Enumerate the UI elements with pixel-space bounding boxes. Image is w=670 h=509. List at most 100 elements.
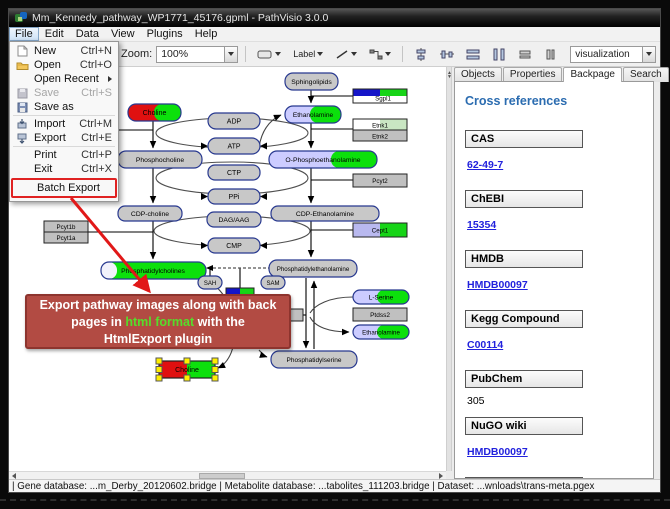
gene-box-pcyt2[interactable]: Pcyt2 [353, 174, 407, 187]
node-sphingolipids[interactable]: Sphingolipids [285, 73, 338, 90]
tab-search[interactable]: Search [623, 67, 669, 82]
menu-help[interactable]: Help [189, 27, 224, 41]
distribute-vertical-button[interactable] [488, 45, 510, 64]
align-center-y-button[interactable] [436, 45, 458, 64]
node-cdp-ethanolamine[interactable]: CDP-Ethanolamine [271, 206, 379, 221]
node-cmp[interactable]: CMP [208, 238, 260, 253]
file-menu-item-print[interactable]: PrintCtrl+P [10, 148, 118, 162]
gene-box-pcyt1a[interactable]: Pcyt1a [44, 232, 88, 243]
app-icon [15, 12, 27, 24]
zoom-combobox[interactable]: 100% [156, 46, 238, 63]
xref-header: PubChem [465, 370, 583, 388]
xref-section-pubchem: PubChem 305 [465, 370, 643, 407]
submenu-arrow-icon [108, 76, 112, 82]
visualization-select[interactable]: visualization [570, 46, 656, 63]
xref-section-cas: CAS 62-49-7 [465, 130, 643, 180]
label-tool-button[interactable]: Label [289, 45, 327, 64]
svg-text:CMP: CMP [226, 243, 242, 250]
xref-link[interactable]: HMDB00097 [467, 279, 528, 291]
label-tool-text: Label [293, 49, 315, 59]
node-sam[interactable]: SAM [261, 276, 285, 289]
visualization-dropdown-button[interactable] [642, 47, 655, 62]
node-sah[interactable]: SAH [198, 276, 222, 289]
xref-link[interactable]: 15354 [467, 219, 496, 231]
canvas-horizontal-scrollbar[interactable] [9, 471, 446, 479]
zoom-label: Zoom: [121, 48, 152, 60]
line-tool-button[interactable] [331, 45, 361, 64]
file-menu-item-exit[interactable]: ExitCtrl+X [10, 162, 118, 176]
file-menu-item-new[interactable]: NewCtrl+N [10, 44, 118, 58]
line-tool-icon [335, 49, 349, 60]
align-center-x-icon [414, 48, 428, 61]
xref-section-nugo: NuGO wiki HMDB00097 [465, 417, 643, 467]
svg-text:O-Phosphoethanolamine: O-Phosphoethanolamine [285, 157, 360, 164]
datanode-dropdown-icon [275, 52, 281, 56]
file-menu-item-batch-export[interactable]: Batch Export [13, 181, 115, 195]
file-menu-item-save-as[interactable]: Save as [10, 100, 118, 114]
datanode-tool-button[interactable] [253, 45, 285, 64]
file-menu-item-export[interactable]: ExportCtrl+E [10, 131, 118, 145]
gene-box-cept1[interactable]: Cept1 [353, 223, 407, 237]
zoom-dropdown-button[interactable] [224, 47, 237, 62]
file-menu-item-open[interactable]: OpenCtrl+O [10, 58, 118, 72]
xref-link[interactable]: HMDB00097 [467, 446, 528, 458]
xref-section-kegg: Kegg Compound C00114 [465, 310, 643, 360]
svg-text:Choline: Choline [175, 367, 199, 374]
batch-export-highlight-box: Batch Export [11, 178, 117, 198]
screenshot-root: Mm_Kennedy_pathway_WP1771_45176.gpml - P… [0, 0, 670, 509]
svg-text:CTP: CTP [227, 170, 241, 177]
xref-section-chebi: ChEBI 15354 [465, 190, 643, 240]
menu-plugins[interactable]: Plugins [141, 27, 189, 41]
file-menu: NewCtrl+N OpenCtrl+O Open Recent SaveCtr… [9, 41, 119, 202]
title-bar[interactable]: Mm_Kennedy_pathway_WP1771_45176.gpml - P… [9, 9, 660, 27]
node-ctp[interactable]: CTP [208, 165, 260, 180]
tab-properties[interactable]: Properties [503, 67, 563, 82]
file-menu-item-open-recent[interactable]: Open Recent [10, 72, 118, 86]
node-cdp-choline[interactable]: CDP-choline [118, 206, 182, 221]
svg-text:CDP-choline: CDP-choline [131, 211, 169, 218]
sidebar-tabs: Objects Properties Backpage Search Legen… [452, 67, 656, 82]
gene-box-etnk1[interactable]: Etnk1 [353, 119, 407, 130]
svg-text:Sgpl1: Sgpl1 [375, 96, 391, 103]
node-atp[interactable]: ATP [208, 138, 260, 154]
node-phosphocholine[interactable]: Phosphocholine [118, 151, 202, 168]
sidebar-panel: Objects Properties Backpage Search Legen… [452, 67, 656, 479]
node-ethanolamine-lower[interactable]: Ethanolamine [353, 325, 409, 339]
xref-link[interactable]: 62-49-7 [467, 159, 503, 171]
node-choline-selected[interactable]: Choline [156, 358, 218, 381]
node-o-phosphoethanolamine[interactable]: O-Phosphoethanolamine [269, 151, 377, 168]
xref-link[interactable]: C00114 [467, 339, 503, 351]
connector-tool-button[interactable] [365, 45, 395, 64]
node-phosphatidylserine[interactable]: Phosphatidylserine [271, 351, 357, 368]
node-ethanolamine-top[interactable]: Ethanolamine [285, 106, 341, 123]
tab-backpage[interactable]: Backpage [563, 67, 621, 82]
gene-box-ptdss2[interactable]: Ptdss2 [353, 308, 407, 321]
distribute-horizontal-button[interactable] [462, 45, 484, 64]
gene-box-pcyt1b[interactable]: Pcyt1b [44, 221, 88, 232]
pathvisio-window: Mm_Kennedy_pathway_WP1771_45176.gpml - P… [8, 8, 661, 493]
node-ppi[interactable]: PPi [208, 189, 260, 204]
node-choline-top[interactable]: Choline [128, 104, 181, 121]
gene-box-etnk2[interactable]: Etnk2 [353, 130, 407, 141]
align-center-x-button[interactable] [410, 45, 432, 64]
match-height-button[interactable] [540, 45, 562, 64]
node-dag-aag[interactable]: DAG/AAG [207, 212, 261, 227]
gene-box-sgpl1[interactable]: Sgpl1 [353, 89, 407, 103]
svg-text:ADP: ADP [227, 119, 242, 126]
file-menu-item-import[interactable]: ImportCtrl+M [10, 117, 118, 131]
match-width-button[interactable] [514, 45, 536, 64]
svg-text:Pcyt2: Pcyt2 [372, 178, 388, 185]
status-bar: | Gene database: ...m_Derby_20120602.bri… [9, 479, 660, 492]
node-phosphatidylcholines[interactable]: Phosphatidylcholines [101, 262, 206, 279]
file-menu-item-save[interactable]: SaveCtrl+S [10, 86, 118, 100]
menu-edit[interactable]: Edit [39, 27, 70, 41]
menu-data[interactable]: Data [70, 27, 105, 41]
blank-icon [17, 182, 33, 194]
tab-objects[interactable]: Objects [454, 67, 502, 82]
node-adp[interactable]: ADP [208, 113, 260, 129]
node-l-serine[interactable]: L-Serine [353, 290, 409, 304]
annotation-highlight: html format [125, 315, 194, 329]
menu-view[interactable]: View [105, 27, 141, 41]
node-phosphatidylethanolamine[interactable]: Phosphatidylethanolamine [269, 260, 357, 277]
menu-file[interactable]: File [9, 27, 39, 41]
